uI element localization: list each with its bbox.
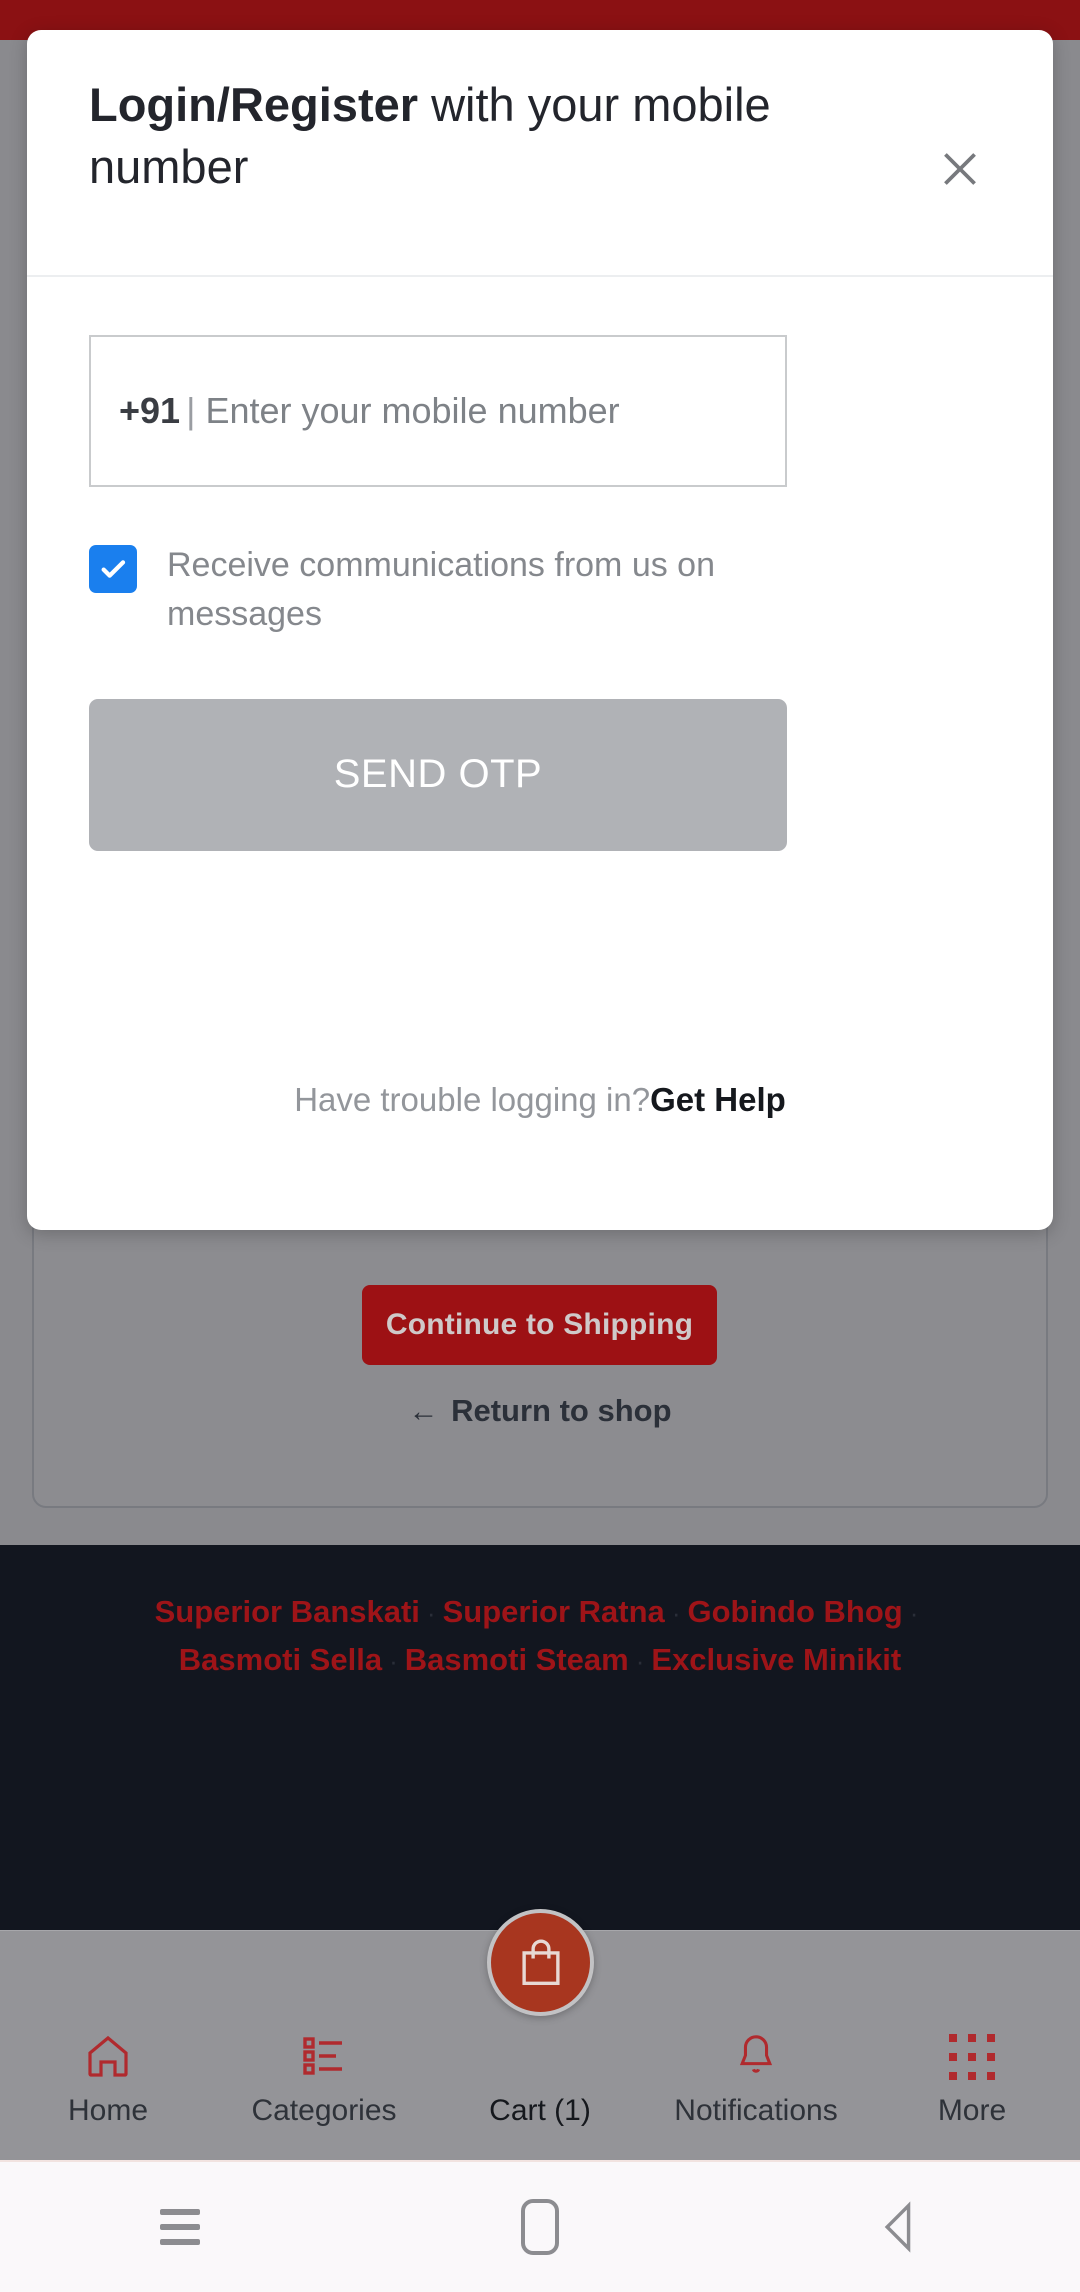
recents-icon[interactable]	[120, 2187, 240, 2267]
nav-label-cart: Cart (1)	[489, 2094, 591, 2127]
modal-title-bold: Login/Register	[89, 78, 419, 131]
help-question: Have trouble logging in?	[294, 1080, 651, 1118]
back-triangle-icon[interactable]	[840, 2187, 960, 2267]
mobile-number-input[interactable]	[205, 390, 636, 432]
site-footer: Superior Banskati · Superior Ratna · Gobindo…	[0, 1545, 1080, 1930]
nav-label-more: More	[937, 2094, 1007, 2127]
nav-item-notifications[interactable]: Notifications	[648, 1931, 864, 2160]
footer-separator: ·	[909, 1598, 919, 1628]
page-title: Login/Register with your mobile number	[89, 74, 789, 198]
modal-header: Login/Register with your mobile number	[27, 30, 1053, 277]
modal-body: +91| Receive communications from us on m…	[27, 277, 1053, 1119]
footer-separator: ·	[389, 1646, 398, 1677]
home-icon	[82, 2024, 134, 2080]
continue-to-shipping-button[interactable]: Continue to Shipping	[362, 1285, 717, 1365]
footer-link[interactable]: Basmoti Steam	[405, 1642, 629, 1677]
nav-item-home[interactable]: Home	[0, 1931, 216, 2160]
get-help-link[interactable]: Get Help	[650, 1081, 786, 1118]
footer-link[interactable]: Superior Banskati	[155, 1594, 420, 1629]
continue-to-shipping-label: Continue to Shipping	[385, 1308, 694, 1341]
footer-link[interactable]: Exclusive Minikit	[651, 1642, 901, 1677]
consent-checkbox[interactable]	[89, 545, 137, 593]
nav-label-notifications: Notifications	[674, 2094, 838, 2127]
send-otp-button[interactable]: SEND OTP	[89, 698, 787, 851]
list-icon	[300, 2024, 348, 2080]
return-to-shop-label: Return to shop	[451, 1393, 672, 1428]
footer-link[interactable]: Superior Ratna	[443, 1594, 665, 1629]
country-code-divider: |	[186, 390, 196, 431]
consent-label: Receive communications from us on messag…	[167, 546, 716, 633]
grid-dots-icon	[949, 2024, 995, 2080]
close-icon[interactable]	[929, 138, 991, 200]
nav-label-categories: Categories	[251, 2094, 397, 2127]
shopping-bag-icon	[521, 1939, 560, 1985]
nav-label-home: Home	[67, 2094, 149, 2127]
country-code-label: +91 |	[97, 390, 205, 432]
check-icon	[101, 560, 126, 578]
cart-floating-button[interactable]	[487, 1909, 594, 2016]
nav-item-more[interactable]: More	[864, 1931, 1080, 2160]
mobile-number-field[interactable]: +91 |	[89, 335, 787, 487]
nav-item-categories[interactable]: Categories	[216, 1931, 432, 2160]
android-system-nav	[0, 2160, 1080, 2292]
left-arrow-icon: ←	[408, 1395, 439, 1428]
footer-separator: ·	[426, 1598, 436, 1628]
footer-link-list: Superior Banskati · Superior Ratna · Gobindo…	[0, 1545, 1080, 1684]
country-code-value: +91	[119, 390, 181, 431]
footer-separator: ·	[671, 1598, 681, 1628]
return-to-shop-link[interactable]: ← Return to shop	[0, 1393, 1080, 1429]
help-row: Have trouble logging in?Get Help	[89, 1081, 991, 1119]
bell-icon	[733, 2024, 779, 2080]
consent-row[interactable]: Receive communications from us on messag…	[89, 541, 749, 639]
send-otp-label: SEND OTP	[333, 752, 543, 797]
footer-link[interactable]: Basmoti Sella	[179, 1642, 382, 1677]
login-register-modal: Login/Register with your mobile number +…	[27, 30, 1053, 1230]
footer-separator: ·	[635, 1646, 645, 1677]
footer-link[interactable]: Gobindo Bhog	[687, 1594, 902, 1629]
home-square-icon[interactable]	[480, 2187, 600, 2267]
